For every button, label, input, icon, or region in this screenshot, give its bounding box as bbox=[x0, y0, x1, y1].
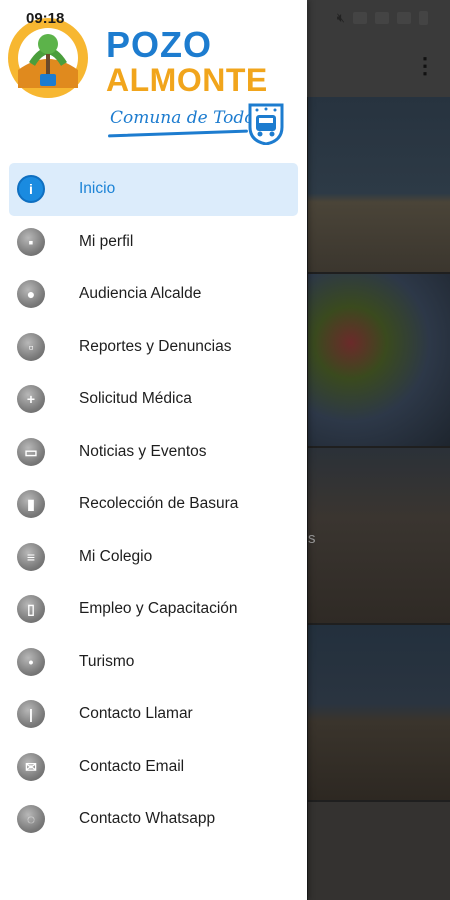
lock-icon: ▫ bbox=[17, 332, 45, 361]
whatsapp-icon: ◌ bbox=[17, 805, 45, 834]
menu-item-label: Mi perfil bbox=[79, 232, 134, 250]
mute-icon: 🔇︎ bbox=[336, 10, 345, 25]
background-card bbox=[308, 802, 450, 900]
menu-item-label: Reportes y Denuncias bbox=[79, 337, 232, 355]
menu-item-mi-perfil[interactable]: ▪ Mi perfil bbox=[9, 216, 298, 269]
menu-item-contacto-email[interactable]: ✉ Contacto Email bbox=[9, 741, 298, 794]
menu-item-contacto-whatsapp[interactable]: ◌ Contacto Whatsapp bbox=[9, 793, 298, 846]
menu-item-mi-colegio[interactable]: ≡ Mi Colegio bbox=[9, 531, 298, 584]
clipboard-icon: ▯ bbox=[17, 595, 45, 624]
signal-icon bbox=[375, 12, 389, 24]
background-card bbox=[308, 97, 450, 272]
navigation-drawer: POZO ALMONTE Comuna de Todos i Inicio ▪ … bbox=[0, 0, 307, 900]
background-card bbox=[308, 274, 450, 446]
phone-icon: | bbox=[17, 700, 45, 729]
menu-item-label: Recolección de Basura bbox=[79, 495, 239, 513]
status-time: 09:18 bbox=[26, 9, 65, 27]
menu-item-label: Mi Colegio bbox=[79, 547, 153, 565]
menu-item-label: Turismo bbox=[79, 652, 135, 670]
menu-item-label: Empleo y Capacitación bbox=[79, 600, 238, 618]
brand-line-2: ALMONTE bbox=[106, 62, 268, 98]
person-icon: ● bbox=[17, 280, 45, 309]
menu-item-empleo-capacitacion[interactable]: ▯ Empleo y Capacitación bbox=[9, 583, 298, 636]
medical-icon: + bbox=[17, 385, 45, 414]
more-vert-icon[interactable]: ⋮ bbox=[414, 55, 436, 77]
tagline-underline bbox=[107, 129, 249, 138]
signal-icon bbox=[397, 12, 411, 24]
menu-item-label: Contacto Email bbox=[79, 757, 185, 775]
status-icons: 🔇︎ bbox=[337, 10, 428, 26]
menu-item-label: Contacto Llamar bbox=[79, 705, 193, 723]
menu-item-label: Inicio bbox=[79, 180, 116, 198]
trash-icon: ▮ bbox=[17, 490, 45, 519]
battery-icon bbox=[419, 11, 428, 25]
background-card: s bbox=[308, 448, 450, 623]
menu-item-reportes-denuncias[interactable]: ▫ Reportes y Denuncias bbox=[9, 321, 298, 374]
menu-item-contacto-llamar[interactable]: | Contacto Llamar bbox=[9, 688, 298, 741]
drawer-menu: i Inicio ▪ Mi perfil ● Audiencia Alcalde… bbox=[0, 163, 307, 846]
menu-item-turismo[interactable]: • Turismo bbox=[9, 636, 298, 689]
menu-item-label: Solicitud Médica bbox=[79, 390, 192, 408]
bus-badge-icon bbox=[248, 103, 284, 145]
document-icon: ≡ bbox=[17, 542, 45, 571]
menu-item-inicio[interactable]: i Inicio bbox=[9, 163, 298, 216]
menu-item-noticias-eventos[interactable]: ▭ Noticias y Eventos bbox=[9, 426, 298, 479]
menu-item-recoleccion-basura[interactable]: ▮ Recolección de Basura bbox=[9, 478, 298, 531]
news-icon: ▭ bbox=[17, 437, 45, 466]
menu-item-label: Contacto Whatsapp bbox=[79, 810, 216, 828]
menu-item-solicitud-medica[interactable]: + Solicitud Médica bbox=[9, 373, 298, 426]
wifi-icon bbox=[353, 12, 367, 24]
menu-item-label: Audiencia Alcalde bbox=[79, 285, 202, 303]
pin-icon: • bbox=[17, 647, 45, 676]
email-icon: ✉ bbox=[17, 752, 45, 781]
menu-item-label: Noticias y Eventos bbox=[79, 442, 207, 460]
status-bar: 09:18 🔇︎ bbox=[0, 0, 450, 36]
background-card bbox=[308, 625, 450, 800]
background-card-text: s bbox=[308, 530, 316, 547]
profile-icon: ▪ bbox=[17, 227, 45, 256]
brand-tagline: Comuna de Todos bbox=[110, 108, 264, 128]
info-icon: i bbox=[17, 175, 45, 204]
menu-item-audiencia-alcalde[interactable]: ● Audiencia Alcalde bbox=[9, 268, 298, 321]
